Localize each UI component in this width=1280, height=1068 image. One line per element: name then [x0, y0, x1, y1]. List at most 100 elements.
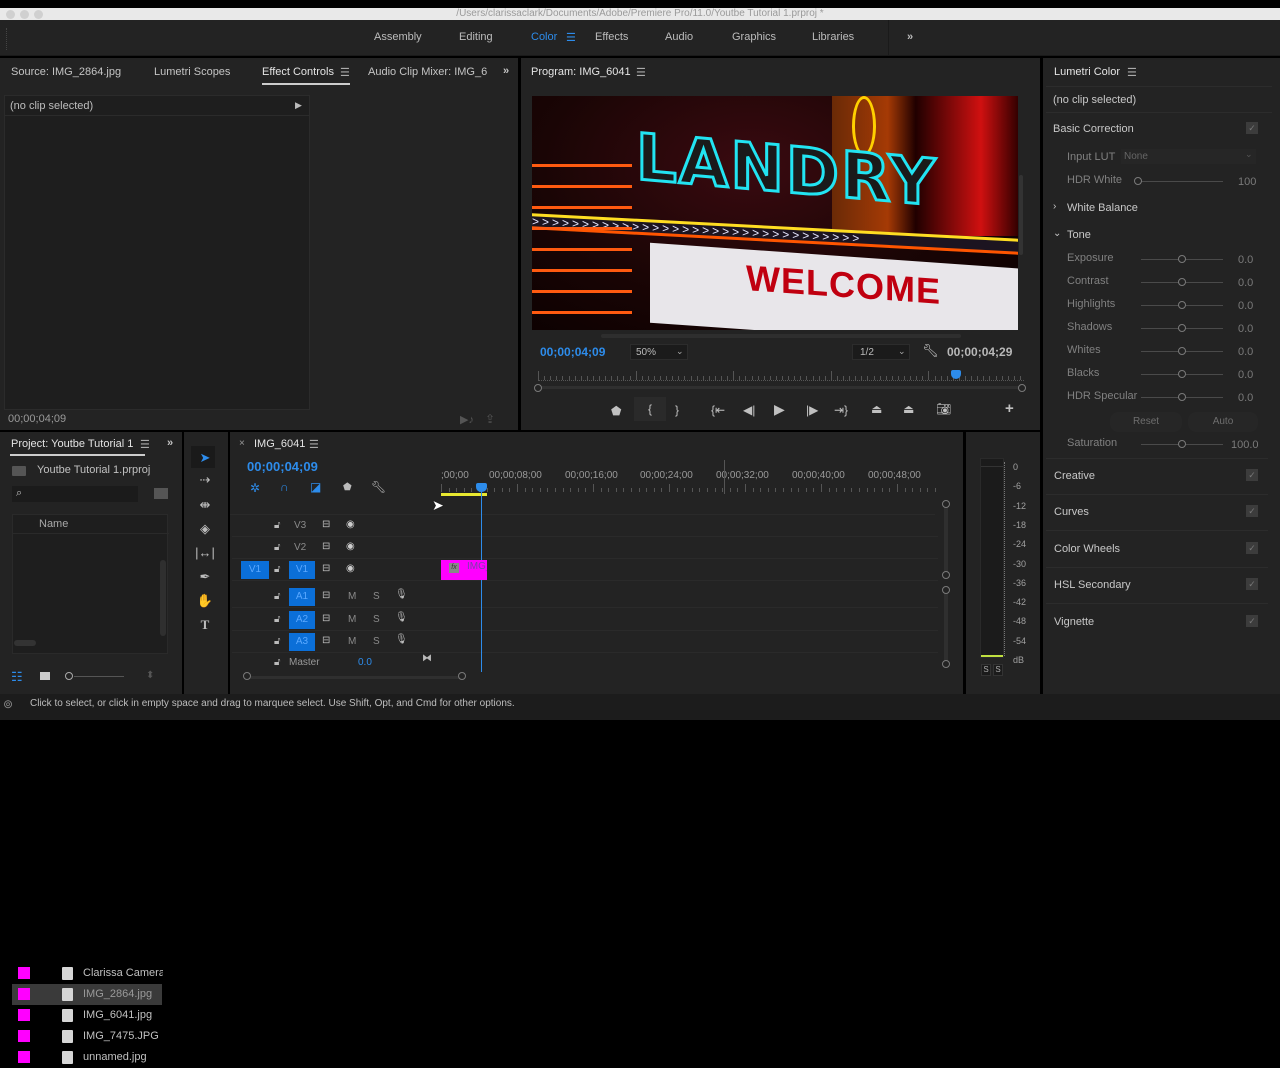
- label-color-swatch[interactable]: [18, 1009, 30, 1021]
- close-sequence-icon[interactable]: ×: [239, 438, 245, 449]
- track-target-a2[interactable]: A2: [289, 611, 315, 629]
- workspace-menu-icon[interactable]: ☰: [566, 31, 576, 44]
- project-item[interactable]: IMG_7475.JPG: [12, 1026, 162, 1047]
- sort-icon[interactable]: ⬍: [146, 670, 154, 681]
- section-vignette[interactable]: Vignette ✓: [1046, 605, 1268, 641]
- icon-view-icon[interactable]: [40, 672, 50, 680]
- more-tabs-icon[interactable]: »: [503, 65, 509, 77]
- hdr-specular-value[interactable]: 0.0: [1238, 392, 1253, 404]
- section-curves[interactable]: Curves ✓: [1046, 495, 1268, 531]
- shadows-slider[interactable]: [1178, 324, 1186, 332]
- play-button[interactable]: ▶: [774, 401, 785, 418]
- eye-icon[interactable]: ◉: [346, 519, 355, 530]
- solo-button[interactable]: S: [373, 636, 380, 647]
- hand-tool-icon[interactable]: ✋: [194, 591, 216, 611]
- curves-checkbox[interactable]: ✓: [1246, 505, 1258, 517]
- add-marker-icon[interactable]: ⬟: [343, 482, 352, 493]
- chevron-down-icon[interactable]: ⌄: [1053, 228, 1061, 239]
- source-patch-v1[interactable]: V1: [241, 561, 269, 579]
- wrench-icon[interactable]: 🔧︎: [922, 343, 939, 359]
- more-workspaces-icon[interactable]: »: [907, 31, 913, 43]
- monitor-horizontal-scrollbar[interactable]: [601, 334, 961, 338]
- grip-handle[interactable]: [6, 28, 8, 50]
- microphone-icon[interactable]: 🎙︎: [395, 589, 408, 600]
- white-balance-label[interactable]: White Balance: [1067, 202, 1138, 214]
- expand-triangle-icon[interactable]: ▶: [295, 100, 302, 111]
- tab-lumetri-scopes[interactable]: Lumetri Scopes: [154, 66, 230, 78]
- microphone-icon[interactable]: 🎙︎: [395, 634, 408, 645]
- minimize-window-button[interactable]: [20, 10, 29, 19]
- mute-button[interactable]: M: [348, 636, 356, 647]
- workspace-audio[interactable]: Audio: [665, 31, 693, 43]
- project-item[interactable]: unnamed.jpg: [12, 1047, 162, 1068]
- creative-checkbox[interactable]: ✓: [1246, 469, 1258, 481]
- basic-correction-checkbox[interactable]: ✓: [1246, 122, 1258, 134]
- timeline-clip[interactable]: fx IMG_: [441, 560, 487, 580]
- panel-menu-icon[interactable]: ☰: [636, 66, 646, 79]
- audio-scroll-handle-bottom[interactable]: [942, 660, 950, 668]
- highlights-value[interactable]: 0.0: [1238, 300, 1253, 312]
- timeline-zoom-handle-right[interactable]: [458, 672, 466, 680]
- sync-lock-icon[interactable]: ⊟: [322, 613, 330, 624]
- input-lut-select[interactable]: None ⌄: [1121, 149, 1256, 164]
- workspace-effects[interactable]: Effects: [595, 31, 628, 43]
- workspace-editing[interactable]: Editing: [459, 31, 493, 43]
- vignette-checkbox[interactable]: ✓: [1246, 615, 1258, 627]
- step-back-button[interactable]: ◀|: [743, 403, 755, 417]
- program-monitor-title[interactable]: Program: IMG_6041: [531, 66, 631, 78]
- hdr-white-slider[interactable]: [1134, 177, 1142, 185]
- solo-button[interactable]: S: [373, 614, 380, 625]
- list-view-icon[interactable]: ☷: [11, 669, 23, 685]
- microphone-icon[interactable]: 🎙︎: [395, 612, 408, 623]
- mute-button[interactable]: M: [348, 614, 356, 625]
- exposure-slider[interactable]: [1178, 255, 1186, 263]
- monitor-vertical-scrollbar[interactable]: [1019, 175, 1023, 255]
- hsl-secondary-checkbox[interactable]: ✓: [1246, 578, 1258, 590]
- timeline-playhead-handle[interactable]: [476, 483, 487, 492]
- add-marker-button[interactable]: ⬟: [611, 404, 621, 418]
- project-tab[interactable]: Project: Youtbe Tutorial 1: [11, 438, 133, 450]
- section-hsl-secondary[interactable]: HSL Secondary ✓: [1046, 568, 1268, 604]
- go-to-in-button[interactable]: {⇤: [711, 403, 725, 417]
- folder-up-icon[interactable]: [12, 466, 26, 476]
- label-color-swatch[interactable]: [18, 988, 30, 1000]
- timeline-ruler[interactable]: [441, 484, 936, 494]
- lock-icon[interactable]: 🔓︎: [274, 564, 280, 575]
- linked-selection-icon[interactable]: ◪: [310, 480, 321, 494]
- export-frame-camera-icon[interactable]: 📷︎: [936, 402, 951, 416]
- audio-scroll-handle-top[interactable]: [942, 586, 950, 594]
- panel-menu-icon[interactable]: ☰: [1127, 66, 1137, 79]
- snap-magnet-icon[interactable]: ∩: [280, 480, 289, 494]
- section-creative[interactable]: Creative ✓: [1046, 459, 1268, 495]
- saturation-slider[interactable]: [1178, 440, 1186, 448]
- mute-button[interactable]: M: [348, 591, 356, 602]
- sync-lock-icon[interactable]: ⊟: [322, 563, 330, 574]
- hdr-white-value[interactable]: 100: [1238, 176, 1256, 188]
- program-preview-image[interactable]: >>>>>>>>>>>>>>>>>>>>>>>>>>>>>>>>> LANDRY…: [532, 96, 1018, 330]
- lock-icon[interactable]: 🔓︎: [274, 657, 280, 668]
- button-editor-add-icon[interactable]: +: [1005, 400, 1014, 417]
- lift-button[interactable]: ⏏: [871, 402, 882, 416]
- basic-correction-label[interactable]: Basic Correction: [1053, 123, 1134, 135]
- blacks-value[interactable]: 0.0: [1238, 369, 1253, 381]
- blacks-slider[interactable]: [1178, 370, 1186, 378]
- timeline-timecode[interactable]: 00;00;04;09: [247, 459, 318, 474]
- zoom-window-button[interactable]: [34, 10, 43, 19]
- label-color-swatch[interactable]: [18, 1051, 30, 1063]
- more-tabs-icon[interactable]: »: [167, 437, 173, 449]
- sync-lock-icon[interactable]: ⊟: [322, 635, 330, 646]
- video-scroll-handle-bottom[interactable]: [942, 571, 950, 579]
- hdr-specular-slider[interactable]: [1178, 393, 1186, 401]
- ripple-edit-tool-icon[interactable]: ⇼: [194, 495, 216, 515]
- timeline-playhead-line[interactable]: [481, 492, 482, 672]
- tab-effect-controls[interactable]: Effect Controls: [262, 66, 334, 78]
- column-header-name[interactable]: Name: [39, 518, 68, 530]
- selection-tool-icon[interactable]: ➤: [194, 448, 216, 468]
- auto-button[interactable]: Auto: [1188, 412, 1258, 432]
- project-list-scrollbar[interactable]: [160, 560, 166, 636]
- reset-button[interactable]: Reset: [1110, 412, 1182, 432]
- label-color-swatch[interactable]: [18, 1030, 30, 1042]
- thumbnail-size-slider[interactable]: [65, 672, 73, 680]
- timeline-settings-wrench-icon[interactable]: 🔧︎: [371, 480, 386, 494]
- track-label-v2[interactable]: V2: [294, 542, 306, 553]
